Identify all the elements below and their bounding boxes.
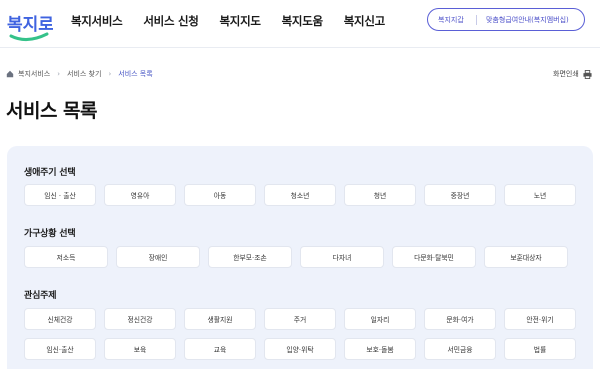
- chip-interest[interactable]: 정신건강: [104, 308, 176, 330]
- chip-life-cycle[interactable]: 청년: [344, 184, 416, 206]
- chip-life-cycle[interactable]: 중장년: [424, 184, 496, 206]
- interest-options-row1: 신체건강 정신건강 생활지원 주거 일자리 문화·여가 안전·위기: [24, 308, 584, 330]
- chip-interest[interactable]: 교육: [184, 338, 256, 360]
- printer-icon: [583, 69, 592, 79]
- header-quick-links: 복지지갑 맞춤형급여안내(복지멤버십): [427, 8, 585, 31]
- custom-benefit-link[interactable]: 맞춤형급여안내(복지멤버십): [477, 15, 569, 25]
- svg-text:복지로: 복지로: [7, 15, 53, 35]
- print-button[interactable]: 화면인쇄: [553, 69, 592, 79]
- interest-options-row2: 임신·출산 보육 교육 입양·위탁 보호·돌봄 서민금융 법률: [24, 338, 584, 360]
- chip-life-cycle[interactable]: 청소년: [264, 184, 336, 206]
- chip-interest[interactable]: 주거: [264, 308, 336, 330]
- chevron-right-icon: ›: [57, 70, 61, 78]
- chip-life-cycle[interactable]: 노년: [504, 184, 576, 206]
- main-nav: 복지서비스 서비스 신청 복지지도 복지도움 복지신고: [71, 13, 406, 29]
- print-label: 화면인쇄: [553, 70, 579, 78]
- home-icon[interactable]: [6, 70, 14, 78]
- chip-household[interactable]: 장애인: [116, 246, 200, 268]
- chip-life-cycle[interactable]: 아동: [184, 184, 256, 206]
- breadcrumb-item-welfare[interactable]: 복지서비스: [18, 69, 50, 79]
- chip-interest[interactable]: 보호·돌봄: [344, 338, 416, 360]
- chip-interest[interactable]: 생활지원: [184, 308, 256, 330]
- nav-welfare-help[interactable]: 복지도움: [282, 13, 323, 29]
- chip-household[interactable]: 한부모·조손: [208, 246, 292, 268]
- nav-welfare-report[interactable]: 복지신고: [344, 13, 385, 29]
- chip-life-cycle[interactable]: 영유아: [104, 184, 176, 206]
- chip-interest[interactable]: 입양·위탁: [264, 338, 336, 360]
- bokjiro-logo[interactable]: 복지로: [5, 4, 53, 44]
- chip-household[interactable]: 저소득: [24, 246, 108, 268]
- breadcrumb-item-find[interactable]: 서비스 찾기: [67, 69, 101, 79]
- page-title: 서비스 목록: [6, 100, 98, 122]
- chip-interest[interactable]: 문화·여가: [424, 308, 496, 330]
- household-title: 가구상황 선택: [24, 229, 76, 239]
- wallet-link[interactable]: 복지지갑: [428, 15, 476, 25]
- life-cycle-title: 생애주기 선택: [24, 168, 76, 178]
- chip-interest[interactable]: 임신·출산: [24, 338, 96, 360]
- chip-interest[interactable]: 신체건강: [24, 308, 96, 330]
- chip-life-cycle[interactable]: 임신 · 출산: [24, 184, 96, 206]
- nav-welfare-service[interactable]: 복지서비스: [71, 13, 123, 29]
- chip-interest[interactable]: 법률: [504, 338, 576, 360]
- chip-household[interactable]: 다자녀: [300, 246, 384, 268]
- chip-interest[interactable]: 일자리: [344, 308, 416, 330]
- chip-interest[interactable]: 안전·위기: [504, 308, 576, 330]
- chip-interest[interactable]: 보육: [104, 338, 176, 360]
- nav-service-apply[interactable]: 서비스 신청: [143, 13, 198, 29]
- household-options: 저소득 장애인 한부모·조손 다자녀 다문화·탈북민 보훈대상자: [24, 246, 576, 268]
- nav-welfare-map[interactable]: 복지지도: [220, 13, 261, 29]
- site-header: 복지로 복지서비스 서비스 신청 복지지도 복지도움 복지신고 복지지갑 맞춤형…: [0, 0, 600, 48]
- chevron-right-icon: ›: [108, 70, 112, 78]
- chip-interest[interactable]: 서민금융: [424, 338, 496, 360]
- interest-title: 관심주제: [24, 291, 57, 301]
- life-cycle-options: 임신 · 출산 영유아 아동 청소년 청년 중장년 노년: [24, 184, 584, 206]
- breadcrumb-item-current: 서비스 목록: [118, 70, 153, 78]
- chip-household[interactable]: 보훈대상자: [484, 246, 568, 268]
- chip-household[interactable]: 다문화·탈북민: [392, 246, 476, 268]
- breadcrumb: 복지서비스 › 서비스 찾기 › 서비스 목록: [6, 69, 153, 79]
